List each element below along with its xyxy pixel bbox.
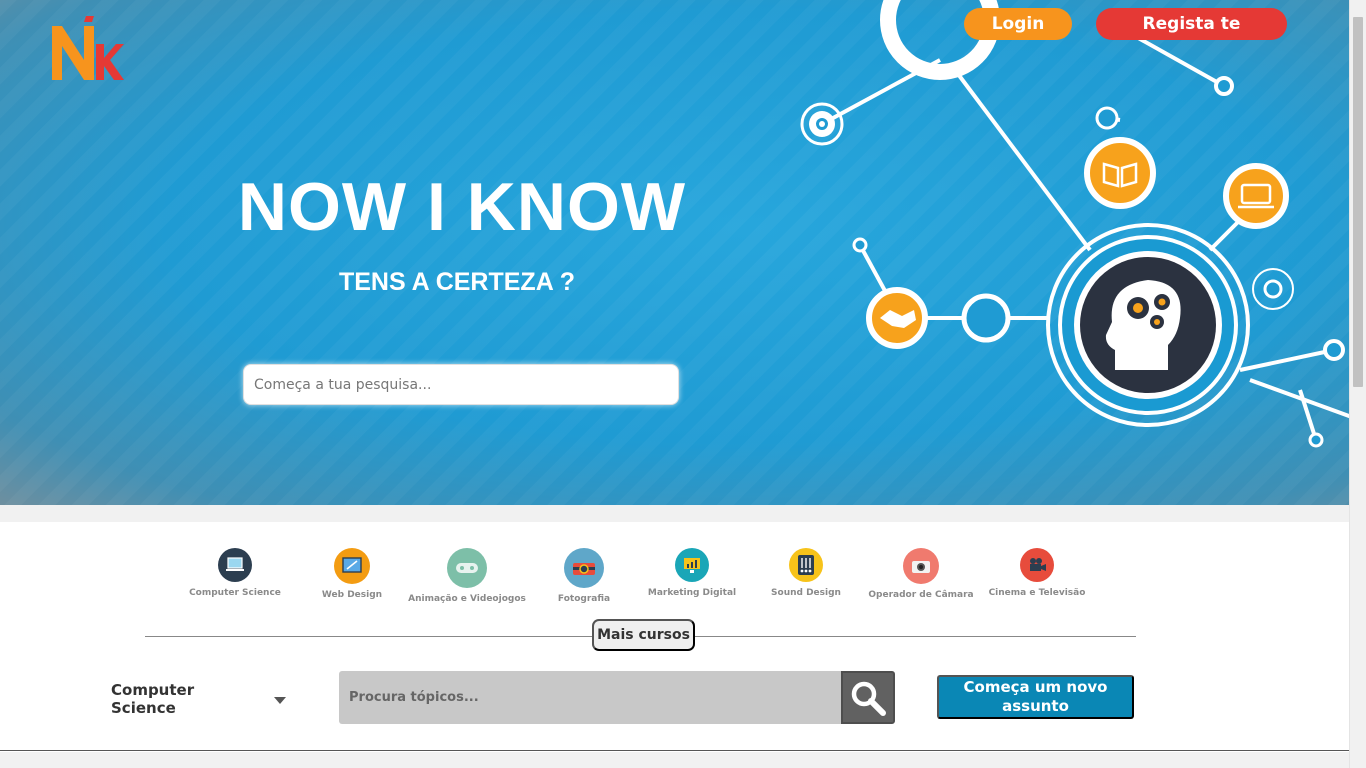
category-label: Operador de Câmara	[868, 590, 974, 600]
hero-banner: Login Regista te NOW I KNOW TENS A CERTE…	[0, 0, 1349, 505]
film-camera-icon	[1020, 548, 1054, 582]
category-marketing-digital[interactable]: Marketing Digital	[632, 548, 752, 598]
scrollbar-thumb[interactable]	[1353, 17, 1363, 387]
category-fotografia[interactable]: Fotografia	[524, 548, 644, 604]
photo-camera-icon	[903, 548, 939, 584]
site-logo[interactable]	[50, 14, 124, 82]
register-button[interactable]: Regista te	[1096, 8, 1287, 40]
page: Login Regista te NOW I KNOW TENS A CERTE…	[0, 0, 1366, 768]
category-label: Computer Science	[189, 588, 281, 598]
mixer-icon	[789, 548, 823, 582]
camera-icon	[564, 548, 604, 588]
hero-title: NOW I KNOW	[237, 169, 687, 245]
category-label: Animação e Videojogos	[408, 594, 526, 604]
category-web-design[interactable]: Web Design	[292, 548, 412, 600]
category-label: Cinema e Televisão	[988, 588, 1086, 598]
more-courses-button[interactable]: Mais cursos	[592, 619, 695, 651]
category-label: Fotografia	[557, 594, 611, 604]
category-animacao-videojogos[interactable]: Animação e Videojogos	[407, 548, 527, 604]
web-design-icon	[334, 548, 370, 584]
category-dropdown-value: Computer Science	[111, 681, 195, 717]
hero-subtitle: TENS A CERTEZA ?	[338, 268, 576, 296]
login-button[interactable]: Login	[964, 8, 1072, 40]
chart-monitor-icon	[675, 548, 709, 582]
category-section: Computer Science Web Design Animação e V…	[0, 522, 1349, 752]
footer-divider	[0, 750, 1349, 751]
caret-down-icon	[274, 696, 286, 704]
brain-network-illustration	[800, 0, 1349, 448]
new-topic-button[interactable]: Começa um novo assunto	[937, 675, 1134, 719]
hero-search-input[interactable]	[243, 364, 679, 405]
category-label: Sound Design	[771, 588, 841, 598]
category-label: Web Design	[321, 590, 383, 600]
category-dropdown[interactable]: Computer Science	[111, 681, 286, 717]
category-label: Marketing Digital	[647, 588, 737, 598]
category-cinema-televisao[interactable]: Cinema e Televisão	[977, 548, 1097, 598]
topic-search-button[interactable]	[841, 671, 895, 724]
topic-search-input[interactable]	[339, 671, 842, 724]
category-operador-camara[interactable]: Operador de Câmara	[861, 548, 981, 600]
category-sound-design[interactable]: Sound Design	[746, 548, 866, 598]
category-computer-science[interactable]: Computer Science	[175, 548, 295, 598]
page-scrollbar[interactable]	[1349, 0, 1366, 768]
search-icon	[851, 681, 886, 716]
laptop-icon	[218, 548, 252, 582]
gamepad-icon	[447, 548, 487, 588]
